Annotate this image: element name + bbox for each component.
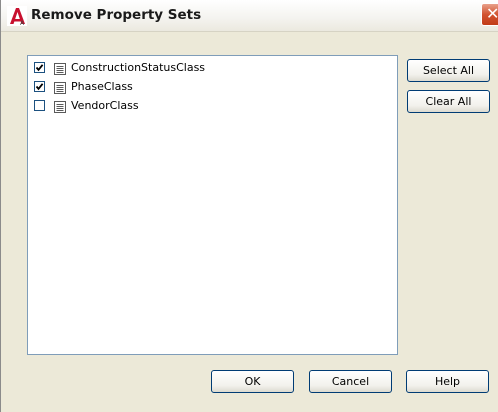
property-set-definition-icon <box>53 80 67 94</box>
property-set-checkbox[interactable] <box>34 62 45 73</box>
clear-all-button[interactable]: Clear All <box>407 90 490 113</box>
cancel-label: Cancel <box>331 375 370 388</box>
remove-property-sets-dialog: A Remove Property Sets ✕ ConstructionSta… <box>0 0 498 412</box>
select-all-button[interactable]: Select All <box>407 59 490 82</box>
clear-all-label: Clear All <box>425 95 472 108</box>
ok-label: OK <box>244 375 261 388</box>
property-set-checkbox[interactable] <box>34 100 45 111</box>
cancel-button[interactable]: Cancel <box>309 370 392 393</box>
property-set-checkbox[interactable] <box>34 81 45 92</box>
help-button[interactable]: Help <box>406 370 489 393</box>
autocad-app-icon: A <box>7 6 27 26</box>
close-button[interactable]: ✕ <box>481 3 498 26</box>
dialog-title: Remove Property Sets <box>31 7 202 23</box>
property-set-definition-icon <box>53 61 67 75</box>
list-item[interactable]: PhaseClass <box>32 79 392 96</box>
list-item[interactable]: ConstructionStatusClass <box>32 60 392 77</box>
help-label: Help <box>434 375 461 388</box>
close-icon: ✕ <box>486 4 498 23</box>
title-bar[interactable]: A Remove Property Sets ✕ <box>1 0 498 32</box>
ok-button[interactable]: OK <box>211 370 294 393</box>
select-all-label: Select All <box>422 64 475 77</box>
property-set-name: VendorClass <box>71 99 139 112</box>
property-set-name: ConstructionStatusClass <box>71 61 206 74</box>
property-set-list[interactable]: ConstructionStatusClass PhaseClass VendorC… <box>27 55 398 355</box>
property-set-name: PhaseClass <box>71 80 133 93</box>
list-item[interactable]: VendorClass <box>32 98 392 115</box>
property-set-definition-icon <box>53 99 67 113</box>
